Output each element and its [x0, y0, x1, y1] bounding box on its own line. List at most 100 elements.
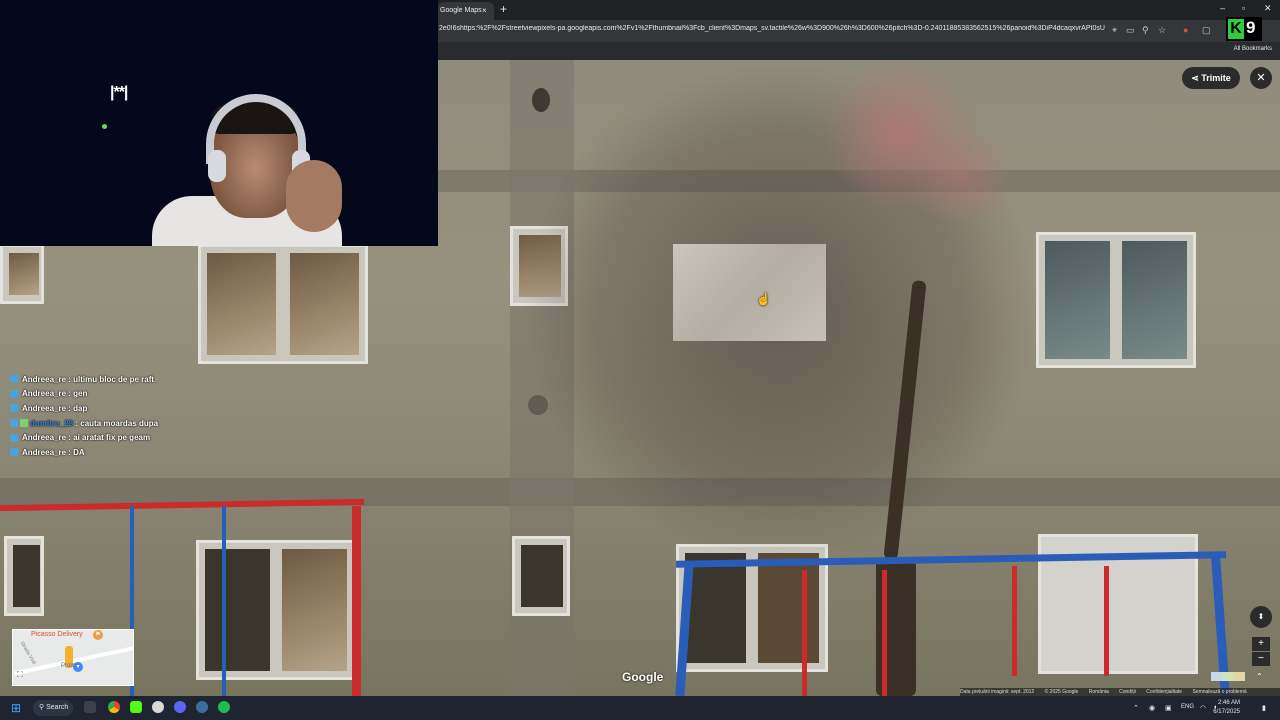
- windows-start-icon[interactable]: ⊞: [11, 701, 21, 715]
- chat-sub-badge-icon: [20, 419, 28, 428]
- swing-chain-red: [1104, 566, 1109, 676]
- chat-message: Andreea_re : DA: [10, 445, 158, 460]
- search-icon: ⚲: [39, 704, 45, 711]
- building-window: [0, 244, 44, 304]
- minimap-street-label: Strada Vinli: [18, 640, 37, 666]
- chat-user: Andreea_re: [22, 433, 67, 443]
- copyright: © 2025 Google: [1044, 689, 1079, 695]
- report-problem-link[interactable]: Semnalează o problemă: [1192, 689, 1246, 695]
- mouse-cursor-icon: ☝: [756, 292, 771, 306]
- spotify-icon[interactable]: [218, 701, 230, 713]
- chat-badge-icon: [10, 404, 18, 413]
- new-tab-icon[interactable]: +: [500, 2, 507, 16]
- chat-badge-icon: [10, 448, 18, 457]
- k9-overlay-logo: K 9: [1226, 17, 1262, 41]
- notification-icon[interactable]: ▮: [1262, 704, 1266, 712]
- tab-close-icon[interactable]: ×: [482, 2, 487, 20]
- minimap-place-label[interactable]: Picasso Delivery: [31, 631, 83, 638]
- windows-taskbar: ⊞ ⚲ Search ⌃ ◉ ▣ ENG ◠ ◖ 2:46 AM 6/17/20…: [0, 696, 1280, 720]
- extensions-puzzle-icon[interactable]: ▢: [1202, 25, 1211, 36]
- swing-frame-red: [352, 506, 361, 696]
- kick-app-icon[interactable]: [130, 701, 142, 713]
- chat-user: Andreea_re: [22, 403, 67, 413]
- obs-icon[interactable]: [152, 701, 164, 713]
- headphone-cup: [208, 150, 226, 182]
- address-bar[interactable]: 2e0!6shttps:%2F%2Fstreetviewpixels-pa.go…: [438, 20, 1280, 42]
- clock-date[interactable]: 6/17/2025: [1196, 709, 1240, 715]
- building-window: [196, 540, 356, 680]
- cast-icon[interactable]: ▭: [1126, 25, 1135, 36]
- chat-badge-icon: [10, 389, 18, 398]
- share-button[interactable]: ⋖ Trimite: [1182, 67, 1240, 89]
- building-window: [198, 244, 368, 364]
- chat-message: Andreea_re : ai aratat fix pe geam: [10, 430, 158, 445]
- tray-app-icon[interactable]: ◉: [1149, 704, 1155, 712]
- tree-blossom: [900, 130, 1020, 220]
- chat-text: : ultimu bloc de pe raft: [68, 374, 155, 384]
- chat-user: Andreea_re: [22, 447, 67, 457]
- swing-chain-red: [1012, 566, 1017, 676]
- building-window: [4, 536, 44, 616]
- expand-up-icon[interactable]: ⌃: [1256, 672, 1263, 681]
- google-watermark: Google: [622, 670, 664, 684]
- chat-user: Andreea_re: [22, 389, 67, 399]
- taskbar-search[interactable]: ⚲ Search: [33, 700, 73, 716]
- streamer-hand: [286, 160, 342, 232]
- close-window-icon[interactable]: ✕: [1264, 3, 1272, 14]
- chat-badge-icon: [10, 433, 18, 442]
- attribution-bar: Data preluării imaginii: sept. 2012 © 20…: [960, 688, 1280, 696]
- browser-tab[interactable]: Google Maps ×: [438, 2, 494, 20]
- restaurant-pin-icon[interactable]: ⚑: [93, 630, 103, 640]
- minimize-icon[interactable]: –: [1220, 3, 1225, 13]
- maximize-icon[interactable]: ▫: [1242, 3, 1245, 13]
- close-street-view-button[interactable]: ✕: [1250, 67, 1272, 89]
- swing-chain-red: [802, 570, 807, 696]
- k9-letter: K: [1228, 19, 1244, 39]
- zoom-icon[interactable]: ⚲: [1142, 25, 1149, 36]
- chat-text: : cauta moardas dupa: [75, 418, 159, 428]
- country-link[interactable]: România: [1089, 689, 1109, 695]
- zoom-in-button[interactable]: +: [1252, 637, 1270, 651]
- browser-tab-bar: Google Maps × + – ▫ ✕: [438, 0, 1280, 20]
- terms-link[interactable]: Condiții: [1119, 689, 1136, 695]
- chat-text: : DA: [68, 447, 85, 457]
- steam-icon[interactable]: [196, 701, 208, 713]
- privacy-link[interactable]: Confidențialitate: [1146, 689, 1182, 695]
- expand-map-icon[interactable]: ⛶: [17, 670, 23, 680]
- minimap[interactable]: Picasso Delivery ⚑ ▾ Prom ⛶ Strada Vinli: [12, 629, 134, 686]
- capture-date: Data preluării imaginii: sept. 2012: [960, 689, 1035, 695]
- clock-time[interactable]: 2:46 AM: [1204, 700, 1240, 706]
- webcam-logo: |**|: [110, 84, 128, 101]
- chat-user: Andreea_re: [22, 374, 67, 384]
- tray-overflow-icon[interactable]: ⌃: [1133, 704, 1139, 712]
- webcam-status-dot: [102, 124, 107, 129]
- extension-icon[interactable]: ●: [1183, 25, 1188, 35]
- location-icon[interactable]: ⌖: [1112, 25, 1117, 36]
- bookmarks-bar: All Bookmarks: [438, 42, 1280, 60]
- bookmark-star-icon[interactable]: ☆: [1158, 25, 1166, 36]
- chat-badge-icon: [10, 419, 18, 428]
- chat-text: : dap: [68, 403, 88, 413]
- task-view-icon[interactable]: [84, 701, 96, 713]
- chat-text: : gen: [68, 389, 88, 399]
- zoom-out-button[interactable]: −: [1252, 652, 1270, 666]
- share-icon: ⋖: [1191, 73, 1199, 83]
- language-indicator[interactable]: ENG: [1181, 704, 1194, 710]
- webcam-overlay: |**|: [0, 0, 438, 246]
- chat-message: Andreea_re : gen: [10, 387, 158, 402]
- tray-app-icon[interactable]: ▣: [1165, 704, 1172, 712]
- search-label: Search: [46, 704, 69, 711]
- chat-badge-icon: [10, 375, 18, 384]
- all-bookmarks-link[interactable]: All Bookmarks: [1234, 46, 1272, 52]
- k9-number: 9: [1246, 18, 1256, 37]
- swing-chain-blue: [222, 506, 226, 696]
- chrome-icon[interactable]: [108, 701, 120, 713]
- url-text[interactable]: 2e0!6shttps:%2F%2Fstreetviewpixels-pa.go…: [439, 25, 1105, 32]
- imagery-thumbnails[interactable]: [1211, 672, 1245, 681]
- share-label: Trimite: [1201, 73, 1231, 83]
- chat-message: dumitru_28 : cauta moardas dupa: [10, 416, 158, 431]
- discord-icon[interactable]: [174, 701, 186, 713]
- blurred-window-area: [673, 244, 826, 341]
- building-window: [1036, 232, 1196, 368]
- compass-icon[interactable]: ⬍: [1250, 606, 1272, 628]
